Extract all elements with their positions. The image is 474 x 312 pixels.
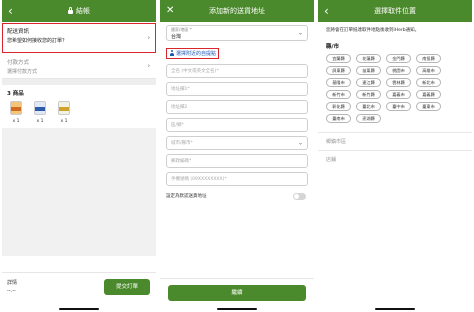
pickup-note: 您將會在訂單抵達取件地點後收到iHerb通知。	[326, 28, 420, 33]
city-chip[interactable]: 宜蘭縣	[326, 54, 351, 63]
city-chip[interactable]: 臺南市	[326, 114, 351, 123]
home-indicator	[59, 308, 99, 310]
city-chip[interactable]: 苗栗縣	[356, 66, 381, 75]
city-chip[interactable]: 桃園市	[386, 66, 411, 75]
city-chip[interactable]: 臺東市	[416, 102, 441, 111]
pickup-location-screen: ‹ 選擇取件位置 您將會在訂單抵達取件地點後收到iHerb通知。 縣/市 宜蘭縣…	[318, 0, 472, 312]
shipping-info-row[interactable]: 配送資訊 您希望如何接收您的訂單？ ›	[2, 23, 156, 53]
payment-method-row[interactable]: 付款方式 選擇付款方式 ›	[2, 53, 156, 79]
chevron-right-icon: ›	[147, 62, 150, 69]
country-select[interactable]: 國家/地區 * 台灣 ⌄	[166, 25, 308, 41]
shipping-question: 您希望如何接收您的訂單？	[7, 38, 68, 44]
city-chip[interactable]: 嘉義縣	[416, 90, 441, 99]
city-chip[interactable]: 基隆市	[326, 78, 351, 87]
product-item[interactable]: x 1	[56, 101, 72, 124]
default-address-row: 設定為默認送貨地址	[166, 192, 308, 200]
city-chip[interactable]: 嘉義市	[386, 90, 411, 99]
checkout-screen: ‹ 結帳 配送資訊 您希望如何接收您的訂單？ › 付款方式 選擇付款方式 › 3…	[2, 0, 156, 312]
product-image	[10, 101, 22, 115]
city-chip[interactable]: 屏東縣	[326, 66, 351, 75]
back-arrow-icon[interactable]: ‹	[324, 4, 329, 18]
chevron-down-icon: ⌄	[297, 29, 303, 37]
address-line2-input[interactable]: 地址欄2	[166, 100, 308, 114]
store-section[interactable]: 店鋪	[318, 150, 472, 168]
district-section[interactable]: 鄉鎮市區	[318, 132, 472, 150]
city-select[interactable]: 城市/縣市* ⌄	[166, 136, 308, 150]
phone-input[interactable]: 手機號碼 (09XXXXXXXX)*	[166, 172, 308, 186]
store-label: 店鋪	[326, 157, 337, 163]
product-qty: x 1	[36, 119, 44, 124]
products-title: 3 商品	[7, 91, 24, 97]
city-chip[interactable]: 臺北市	[356, 102, 381, 111]
country-value: 台灣	[171, 34, 182, 40]
lock-icon	[68, 7, 73, 14]
postal-code-input[interactable]: 郵政編碼*	[166, 154, 308, 168]
city-chip[interactable]: 雲林縣	[386, 78, 411, 87]
home-indicator	[217, 308, 257, 310]
city-placeholder: 城市/縣市*	[171, 141, 193, 146]
pick-nearby-label: 選擇附近的自提點	[176, 50, 217, 57]
continue-button[interactable]: 繼續	[168, 285, 306, 301]
address-line1-input[interactable]: 地址欄1*	[166, 82, 308, 96]
pickup-header: ‹ 選擇取件位置	[318, 0, 472, 22]
payment-label: 付款方式	[7, 60, 30, 66]
product-qty: x 1	[60, 119, 68, 124]
page-title: 結帳	[76, 7, 90, 15]
default-label: 設定為默認送貨地址	[166, 194, 207, 199]
page-title: 添加新的送貨地址	[209, 7, 265, 15]
chevron-right-icon: ›	[147, 34, 150, 41]
address-header: ✕ 添加新的送貨地址	[160, 0, 314, 22]
district-input[interactable]: 區/鄉*	[166, 118, 308, 132]
district-label: 鄉鎮市區	[326, 139, 347, 145]
default-address-toggle[interactable]	[293, 192, 306, 200]
full-name-input[interactable]: 全名 (中文或英文全名)*	[166, 64, 308, 78]
city-chip[interactable]: 高雄市	[416, 66, 441, 75]
city-chip[interactable]: 連江縣	[356, 78, 381, 87]
checkout-footer: 詳情 --.-- 提交訂單	[2, 272, 156, 312]
address-footer: 繼續	[160, 278, 314, 312]
product-qty: x 1	[12, 119, 20, 124]
product-image	[58, 101, 70, 115]
product-item[interactable]: x 1	[8, 101, 24, 124]
chevron-down-icon: ⌄	[297, 139, 303, 147]
city-chip[interactable]: 彰化縣	[326, 102, 351, 111]
product-image	[34, 101, 46, 115]
city-chip[interactable]: 花蓮縣	[356, 54, 381, 63]
city-grid: 宜蘭縣 花蓮縣 金門縣 南投縣屏東縣 苗栗縣 桃園市 高雄市基隆市 連江縣 雲林縣 新北市新竹市新…	[318, 51, 472, 126]
add-address-screen: ✕ 添加新的送貨地址 國家/地區 * 台灣 ⌄ 選擇附近的自提點 全名 (中文或…	[160, 0, 314, 312]
home-indicator	[375, 308, 415, 310]
submit-order-button[interactable]: 提交訂單	[104, 279, 150, 295]
product-list: x 1 x 1 x 1	[2, 97, 156, 128]
county-heading: 縣/市	[326, 44, 340, 50]
person-pin-icon	[169, 50, 174, 56]
city-chip[interactable]: 新竹市	[326, 90, 351, 99]
city-chip[interactable]: 新北市	[416, 78, 441, 87]
city-chip[interactable]: 臺中市	[386, 102, 411, 111]
city-chip[interactable]: 金門縣	[386, 54, 411, 63]
empty-area	[2, 128, 156, 256]
pick-nearby-pickup-button[interactable]: 選擇附近的自提點	[166, 47, 220, 59]
page-title: 選擇取件位置	[374, 7, 416, 15]
payment-hint: 選擇付款方式	[7, 69, 38, 75]
checkout-header: ‹ 結帳	[2, 0, 156, 22]
city-chip[interactable]: 新竹縣	[356, 90, 381, 99]
city-chip[interactable]: 南投縣	[416, 54, 441, 63]
city-chip[interactable]: 澎湖縣	[356, 114, 381, 123]
back-arrow-icon[interactable]: ‹	[8, 4, 13, 18]
shipping-label: 配送資訊	[7, 29, 30, 35]
close-icon[interactable]: ✕	[166, 4, 174, 18]
product-item[interactable]: x 1	[32, 101, 48, 124]
